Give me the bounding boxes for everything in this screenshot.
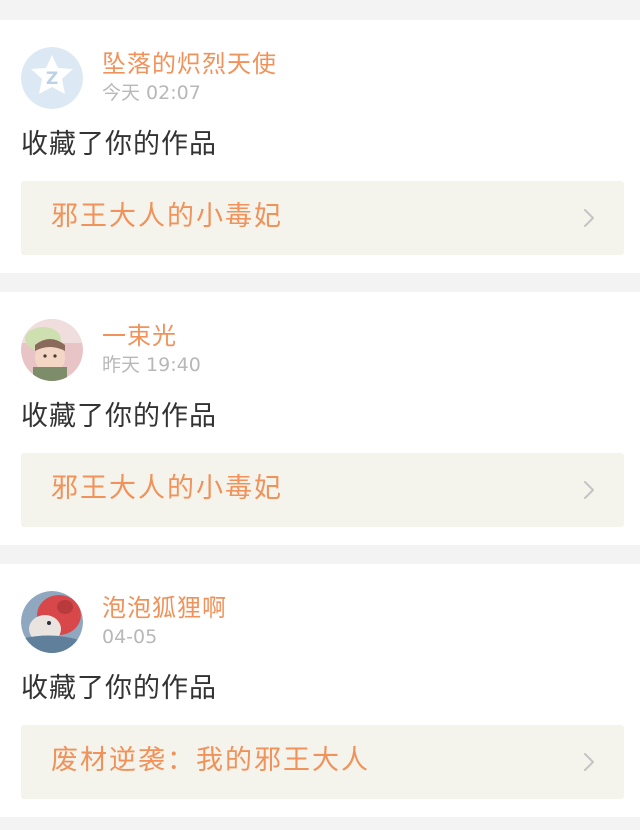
- avatar[interactable]: [21, 319, 83, 381]
- notification-card: 一束光 昨天 19:40 收藏了你的作品 邪王大人的小毒妃: [0, 292, 640, 545]
- action-text: 收藏了你的作品: [21, 401, 217, 432]
- chevron-right-icon: [584, 753, 594, 771]
- notification-card: 泡泡狐狸啊 04-05 收藏了你的作品 废材逆袭：我的邪王大人: [0, 564, 640, 817]
- notification-feed: Z 坠落的炽烈天使 今天 02:07 收藏了你的作品 邪王大人的小毒妃 一束光 …: [0, 0, 640, 830]
- work-link[interactable]: 废材逆袭：我的邪王大人: [21, 725, 624, 799]
- work-link[interactable]: 邪王大人的小毒妃: [21, 453, 624, 527]
- avatar[interactable]: [21, 591, 83, 653]
- work-title: 废材逆袭：我的邪王大人: [51, 745, 370, 776]
- fox-photo-icon: [21, 591, 83, 653]
- chevron-right-icon: [584, 481, 594, 499]
- chevron-right-icon: [584, 209, 594, 227]
- user-photo-icon: [21, 319, 83, 381]
- timestamp: 04-05: [102, 626, 158, 648]
- work-title: 邪王大人的小毒妃: [51, 201, 283, 232]
- notification-card: Z 坠落的炽烈天使 今天 02:07 收藏了你的作品 邪王大人的小毒妃: [0, 20, 640, 273]
- default-avatar-icon: Z: [21, 47, 83, 109]
- work-link[interactable]: 邪王大人的小毒妃: [21, 181, 624, 255]
- timestamp: 昨天 19:40: [102, 354, 201, 376]
- svg-text:Z: Z: [46, 69, 58, 89]
- work-title: 邪王大人的小毒妃: [51, 473, 283, 504]
- user-name[interactable]: 泡泡狐狸啊: [102, 593, 227, 623]
- action-text: 收藏了你的作品: [21, 673, 217, 704]
- avatar[interactable]: Z: [21, 47, 83, 109]
- timestamp: 今天 02:07: [102, 82, 201, 104]
- user-name[interactable]: 一束光: [102, 321, 177, 351]
- user-name[interactable]: 坠落的炽烈天使: [102, 49, 277, 79]
- action-text: 收藏了你的作品: [21, 129, 217, 160]
